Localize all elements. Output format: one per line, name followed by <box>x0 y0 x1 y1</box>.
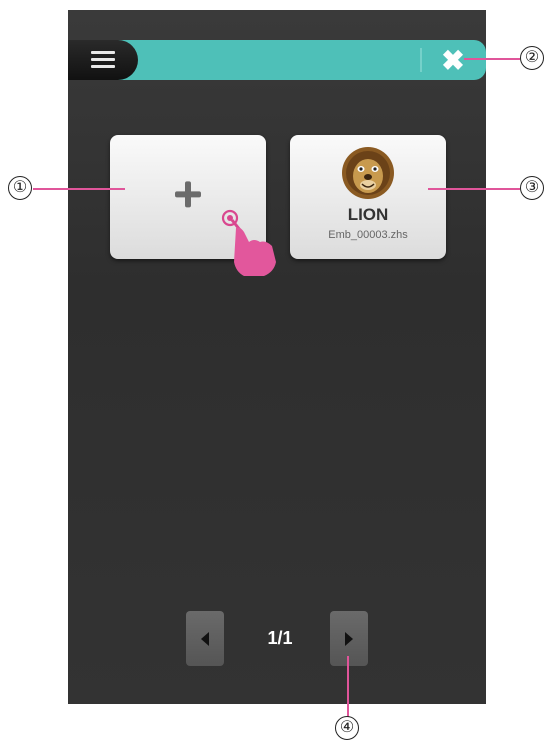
close-x-icon: ✖ <box>441 45 465 76</box>
embroidery-file-tile[interactable]: LION Emb_00003.zhs <box>290 135 446 259</box>
callout-line-2 <box>464 58 520 60</box>
menu-button[interactable] <box>68 40 138 80</box>
lion-embroidery-icon <box>342 147 394 199</box>
hamburger-icon <box>91 51 115 69</box>
callout-1: ① <box>8 176 32 200</box>
callout-line-3 <box>428 188 520 190</box>
page-indicator: 1/1 <box>267 628 293 648</box>
app-screen: ✖ LION Emb_00003.zhs 1/1 <box>68 10 486 704</box>
callout-3: ③ <box>520 176 544 200</box>
chevron-left-icon <box>201 631 209 646</box>
callout-4: ④ <box>335 716 359 740</box>
plus-icon <box>175 181 201 208</box>
previous-page-button[interactable] <box>186 611 224 666</box>
top-bar-divider <box>420 48 422 72</box>
callout-line-4 <box>347 656 349 720</box>
close-button[interactable]: ✖ <box>438 46 468 76</box>
callout-2: ② <box>520 46 544 70</box>
file-name: Emb_00003.zhs <box>328 229 408 241</box>
file-title: LION <box>347 205 389 224</box>
next-page-button[interactable] <box>330 611 368 666</box>
callout-line-1 <box>33 188 125 190</box>
tap-hand-icon <box>221 209 276 276</box>
chevron-right-icon <box>345 631 353 646</box>
